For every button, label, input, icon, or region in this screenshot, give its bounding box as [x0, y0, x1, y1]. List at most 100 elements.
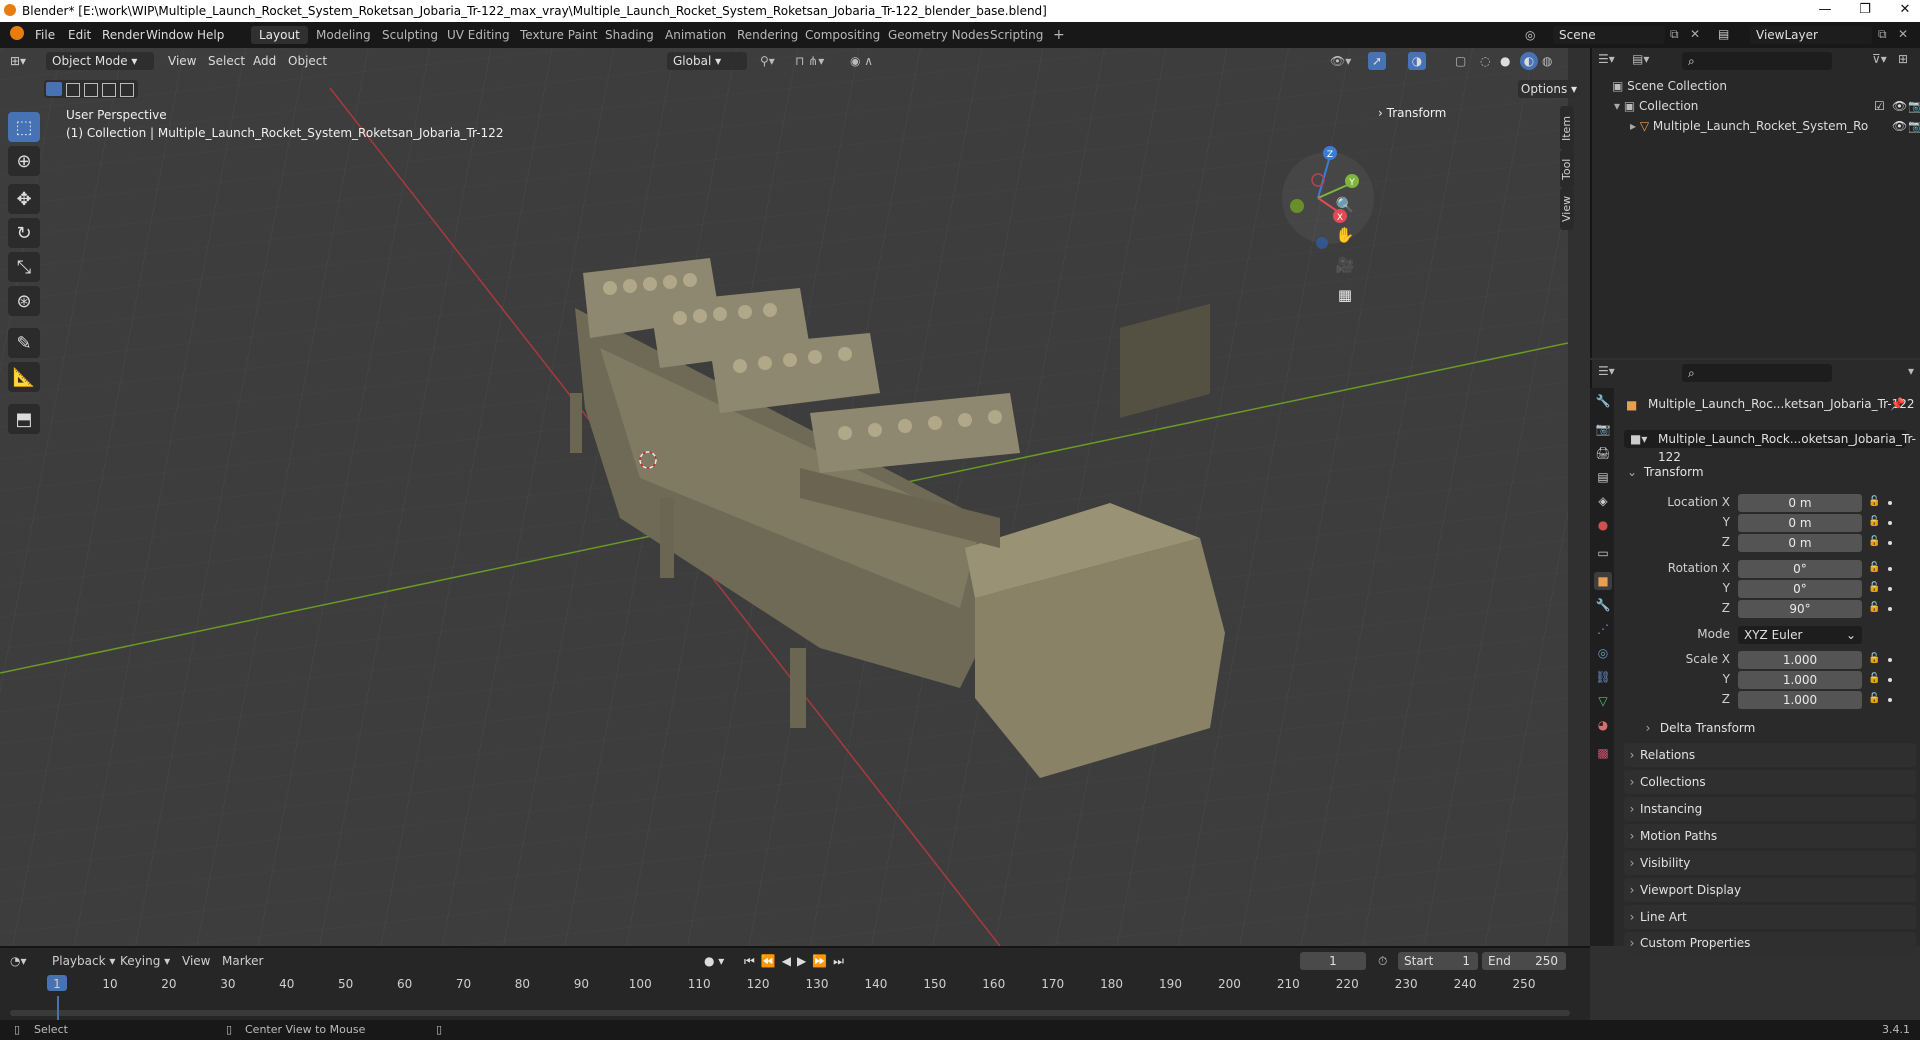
blender-menu-icon[interactable]: [10, 26, 24, 40]
marker-menu[interactable]: Marker: [222, 954, 263, 968]
tab-rendering[interactable]: Rendering: [729, 26, 806, 44]
view-layer-tab-icon[interactable]: ▤: [1594, 468, 1612, 486]
outliner-collection-row[interactable]: ▾ ▣ Collection ☑ 👁 📷: [1592, 96, 1920, 116]
properties-search-input[interactable]: ⌕: [1682, 364, 1832, 382]
filter-icon[interactable]: ⊽▾: [1872, 52, 1887, 66]
transform-sidebar-header[interactable]: › Transform: [1378, 106, 1446, 120]
transform-tool[interactable]: ⊛: [8, 286, 40, 316]
viewlayer-selector[interactable]: ViewLayer: [1750, 26, 1872, 44]
auto-keying-icon[interactable]: ● ▾: [704, 954, 724, 968]
line-art-panel[interactable]: › Line Art: [1624, 905, 1916, 929]
object-data-selector[interactable]: Multiple_Launch_Rock...oketsan_Jobaria_T…: [1624, 430, 1916, 464]
visibility-eye-icon[interactable]: 👁: [1892, 96, 1907, 116]
object-render-camera-icon[interactable]: 📷: [1908, 116, 1920, 136]
end-frame-field[interactable]: End 250: [1482, 952, 1566, 970]
keyframe-dot[interactable]: [1888, 521, 1892, 525]
tab-view[interactable]: View: [1560, 188, 1574, 230]
rotation-mode-dropdown[interactable]: XYZ Euler ⌄: [1738, 626, 1862, 644]
cursor-tool[interactable]: ⊕: [8, 146, 40, 176]
lock-icon[interactable]: 🔓: [1868, 582, 1880, 594]
mode-selector[interactable]: Object Mode ▾: [46, 52, 154, 70]
tab-item[interactable]: Item: [1560, 106, 1574, 150]
maximize-button[interactable]: ❐: [1850, 2, 1880, 20]
lock-icon[interactable]: 🔓: [1868, 693, 1880, 705]
modifier-tab-icon[interactable]: 🔧: [1594, 596, 1612, 614]
delete-viewlayer-icon[interactable]: ✕: [1898, 27, 1908, 41]
viewport-display-panel[interactable]: › Viewport Display: [1624, 878, 1916, 902]
tab-scripting[interactable]: Scripting: [982, 26, 1051, 44]
keyframe-dot[interactable]: [1888, 607, 1892, 611]
lock-icon[interactable]: 🔓: [1868, 602, 1880, 614]
properties-editor-icon[interactable]: ☰▾: [1598, 364, 1615, 378]
wireframe-shading-icon[interactable]: ◌: [1480, 52, 1490, 70]
scale-y-field[interactable]: 1.000: [1738, 671, 1862, 689]
lock-icon[interactable]: 🔓: [1868, 673, 1880, 685]
tab-layout[interactable]: Layout: [251, 26, 308, 44]
keyframe-dot[interactable]: [1888, 567, 1892, 571]
exclude-checkbox[interactable]: ☑: [1874, 96, 1885, 116]
physics-tab-icon[interactable]: ◎: [1594, 644, 1612, 662]
snap-icon[interactable]: ⊓ ⋔▾: [795, 52, 824, 70]
current-frame-field[interactable]: 1: [1300, 952, 1366, 970]
scale-z-field[interactable]: 1.000: [1738, 691, 1862, 709]
world-tab-icon[interactable]: ●: [1594, 516, 1612, 534]
keyframe-dot[interactable]: [1888, 587, 1892, 591]
menu-object[interactable]: Object: [288, 52, 327, 70]
display-mode-icon[interactable]: ▤▾: [1632, 52, 1649, 66]
options-dropdown[interactable]: Options ▾: [1518, 80, 1580, 98]
annotate-tool[interactable]: ✎: [8, 328, 40, 358]
move-tool[interactable]: ✥: [8, 184, 40, 214]
add-cube-tool[interactable]: ⬒: [8, 404, 40, 434]
playback-controls[interactable]: ⏮⏪◀▶⏩⏭: [744, 954, 850, 969]
solid-shading-icon[interactable]: ●: [1500, 52, 1510, 70]
close-button[interactable]: ✕: [1890, 2, 1920, 20]
location-y-field[interactable]: 0 m: [1738, 514, 1862, 532]
menu-select[interactable]: Select: [208, 52, 245, 70]
tab-sculpting[interactable]: Sculpting: [374, 26, 446, 44]
outliner-scene-collection[interactable]: ▣ Scene Collection: [1592, 76, 1920, 96]
tab-modeling[interactable]: Modeling: [308, 26, 379, 44]
object-visibility-eye-icon[interactable]: 👁: [1892, 116, 1907, 136]
tool-tab-icon[interactable]: 🔧: [1594, 392, 1612, 410]
new-viewlayer-icon[interactable]: ⧉: [1878, 27, 1887, 42]
location-z-field[interactable]: 0 m: [1738, 534, 1862, 552]
constraints-tab-icon[interactable]: ⛓: [1594, 668, 1612, 686]
menu-view[interactable]: View: [168, 52, 196, 70]
visibility-panel[interactable]: › Visibility: [1624, 851, 1916, 875]
playback-menu[interactable]: Playback ▾: [52, 954, 115, 968]
menu-file[interactable]: File: [35, 28, 55, 42]
tab-tool[interactable]: Tool: [1560, 150, 1574, 188]
pin-icon[interactable]: 📌: [1890, 397, 1905, 411]
tab-animation[interactable]: Animation: [657, 26, 734, 44]
relations-panel[interactable]: › Relations: [1624, 743, 1916, 767]
location-x-field[interactable]: 0 m: [1738, 494, 1862, 512]
keyframe-dot[interactable]: [1888, 541, 1892, 545]
keying-menu[interactable]: Keying ▾: [120, 954, 170, 968]
menu-edit[interactable]: Edit: [68, 28, 91, 42]
measure-tool[interactable]: 📐: [8, 362, 40, 392]
output-tab-icon[interactable]: 🖨: [1594, 444, 1612, 462]
rotation-z-field[interactable]: 90°: [1738, 600, 1862, 618]
collections-panel[interactable]: › Collections: [1624, 770, 1916, 794]
collection-tab-icon[interactable]: ▭: [1594, 544, 1612, 562]
delta-transform-subpanel[interactable]: › Delta Transform: [1640, 716, 1916, 740]
select-subtract-icon[interactable]: [84, 83, 98, 97]
rotation-x-field[interactable]: 0°: [1738, 560, 1862, 578]
scene-selector[interactable]: Scene: [1553, 26, 1665, 44]
rotation-y-field[interactable]: 0°: [1738, 580, 1862, 598]
select-intersect-icon[interactable]: [120, 83, 134, 97]
select-mode-group[interactable]: [44, 80, 138, 98]
delete-scene-icon[interactable]: ✕: [1690, 27, 1700, 41]
timeline-editor-icon[interactable]: ◔▾: [10, 954, 27, 968]
3d-viewport[interactable]: Z Y X: [0, 48, 1568, 946]
xray-icon[interactable]: ▢: [1455, 52, 1466, 70]
rotate-tool[interactable]: ↻: [8, 218, 40, 248]
new-scene-icon[interactable]: ⧉: [1670, 27, 1679, 42]
keyframe-dot[interactable]: [1888, 501, 1892, 505]
lock-icon[interactable]: 🔓: [1868, 496, 1880, 508]
texture-tab-icon[interactable]: ▩: [1594, 744, 1612, 762]
menu-window[interactable]: Window: [146, 28, 193, 42]
tab-geometry-nodes[interactable]: Geometry Nodes: [880, 26, 997, 44]
select-box-tool[interactable]: ⬚: [8, 112, 40, 142]
object-tab-icon[interactable]: ■: [1594, 572, 1612, 590]
